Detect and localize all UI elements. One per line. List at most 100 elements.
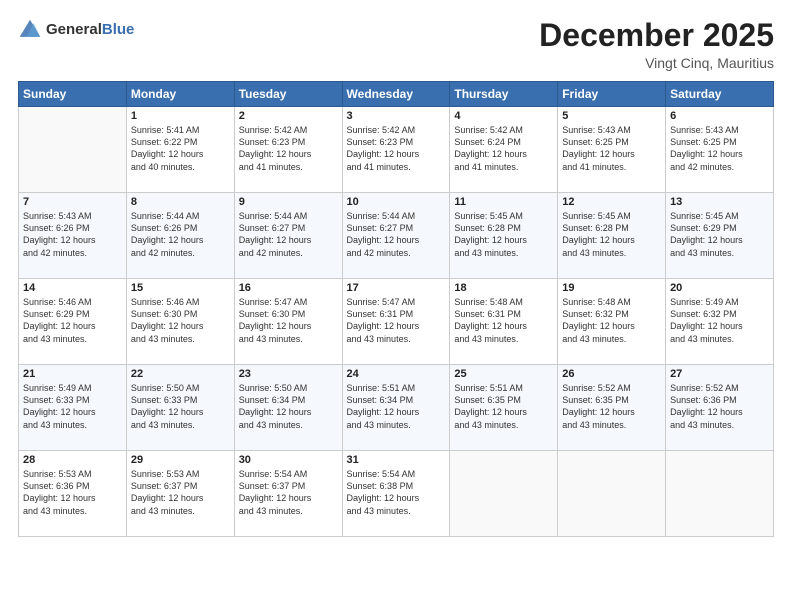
table-cell: 2Sunrise: 5:42 AM Sunset: 6:23 PM Daylig… [234, 107, 342, 193]
day-info: Sunrise: 5:43 AM Sunset: 6:25 PM Dayligh… [562, 124, 661, 173]
day-info: Sunrise: 5:46 AM Sunset: 6:29 PM Dayligh… [23, 296, 122, 345]
day-number: 7 [23, 196, 122, 208]
table-cell: 30Sunrise: 5:54 AM Sunset: 6:37 PM Dayli… [234, 451, 342, 537]
day-number: 3 [347, 110, 446, 122]
week-row-4: 28 Sunrise: 5:53 AM Sunset: 6:36 PM Dayli… [19, 451, 774, 537]
table-cell: 24 Sunrise: 5:51 AM Sunset: 6:34 PM Dayli… [342, 365, 450, 451]
day-info: Sunrise: 5:49 AM Sunset: 6:32 PM Dayligh… [670, 296, 769, 345]
calendar-header-row: Sunday Monday Tuesday Wednesday Thursday… [19, 82, 774, 107]
table-cell: 12 Sunrise: 5:45 AM Sunset: 6:28 PM Dayli… [558, 193, 666, 279]
day-info: Sunrise: 5:52 AM Sunset: 6:36 PM Dayligh… [670, 382, 769, 431]
day-number: 8 [131, 196, 230, 208]
day-number: 10 [347, 196, 446, 208]
page: GeneralBlue December 2025 Vingt Cinq, Ma… [0, 0, 792, 612]
day-info: Sunrise: 5:49 AM Sunset: 6:33 PM Dayligh… [23, 382, 122, 431]
logo-text: GeneralBlue [46, 21, 134, 39]
day-number: 27 [670, 368, 769, 380]
day-info: Sunrise: 5:45 AM Sunset: 6:29 PM Dayligh… [670, 210, 769, 259]
day-info: Sunrise: 5:48 AM Sunset: 6:31 PM Dayligh… [454, 296, 553, 345]
table-cell: 21 Sunrise: 5:49 AM Sunset: 6:33 PM Dayli… [19, 365, 127, 451]
header-wednesday: Wednesday [342, 82, 450, 107]
day-number: 28 [23, 454, 122, 466]
table-cell: 8 Sunrise: 5:44 AM Sunset: 6:26 PM Daylig… [126, 193, 234, 279]
day-number: 25 [454, 368, 553, 380]
day-info: Sunrise: 5:41 AM Sunset: 6:22 PM Dayligh… [131, 124, 230, 173]
header-tuesday: Tuesday [234, 82, 342, 107]
day-info: Sunrise: 5:44 AM Sunset: 6:27 PM Dayligh… [239, 210, 338, 259]
table-cell: 14 Sunrise: 5:46 AM Sunset: 6:29 PM Dayli… [19, 279, 127, 365]
day-info: Sunrise: 5:53 AM Sunset: 6:37 PM Dayligh… [131, 468, 230, 517]
day-number: 9 [239, 196, 338, 208]
day-number: 26 [562, 368, 661, 380]
table-cell [19, 107, 127, 193]
day-info: Sunrise: 5:47 AM Sunset: 6:31 PM Dayligh… [347, 296, 446, 345]
day-info: Sunrise: 5:45 AM Sunset: 6:28 PM Dayligh… [562, 210, 661, 259]
table-cell: 31 Sunrise: 5:54 AM Sunset: 6:38 PM Dayli… [342, 451, 450, 537]
day-number: 29 [131, 454, 230, 466]
table-cell: 13 Sunrise: 5:45 AM Sunset: 6:29 PM Dayli… [666, 193, 774, 279]
week-row-0: 1 Sunrise: 5:41 AM Sunset: 6:22 PM Daylig… [19, 107, 774, 193]
day-info: Sunrise: 5:54 AM Sunset: 6:38 PM Dayligh… [347, 468, 446, 517]
day-info: Sunrise: 5:53 AM Sunset: 6:36 PM Dayligh… [23, 468, 122, 517]
table-cell: 10 Sunrise: 5:44 AM Sunset: 6:27 PM Dayli… [342, 193, 450, 279]
week-row-3: 21 Sunrise: 5:49 AM Sunset: 6:33 PM Dayli… [19, 365, 774, 451]
table-cell: 16Sunrise: 5:47 AM Sunset: 6:30 PM Dayli… [234, 279, 342, 365]
logo-icon [18, 18, 42, 42]
table-cell: 27 Sunrise: 5:52 AM Sunset: 6:36 PM Dayli… [666, 365, 774, 451]
table-cell: 9 Sunrise: 5:44 AM Sunset: 6:27 PM Daylig… [234, 193, 342, 279]
header-friday: Friday [558, 82, 666, 107]
table-cell: 22Sunrise: 5:50 AM Sunset: 6:33 PM Dayli… [126, 365, 234, 451]
header: GeneralBlue December 2025 Vingt Cinq, Ma… [18, 18, 774, 71]
table-cell: 17 Sunrise: 5:47 AM Sunset: 6:31 PM Dayli… [342, 279, 450, 365]
day-info: Sunrise: 5:44 AM Sunset: 6:27 PM Dayligh… [347, 210, 446, 259]
day-number: 2 [239, 110, 338, 122]
day-number: 17 [347, 282, 446, 294]
day-number: 19 [562, 282, 661, 294]
day-number: 23 [239, 368, 338, 380]
day-number: 15 [131, 282, 230, 294]
header-monday: Monday [126, 82, 234, 107]
day-number: 1 [131, 110, 230, 122]
table-cell [450, 451, 558, 537]
table-cell: 1 Sunrise: 5:41 AM Sunset: 6:22 PM Daylig… [126, 107, 234, 193]
day-info: Sunrise: 5:43 AM Sunset: 6:25 PM Dayligh… [670, 124, 769, 173]
table-cell: 4Sunrise: 5:42 AM Sunset: 6:24 PM Daylig… [450, 107, 558, 193]
header-thursday: Thursday [450, 82, 558, 107]
table-cell: 3 Sunrise: 5:42 AM Sunset: 6:23 PM Daylig… [342, 107, 450, 193]
calendar: Sunday Monday Tuesday Wednesday Thursday… [18, 81, 774, 537]
day-info: Sunrise: 5:45 AM Sunset: 6:28 PM Dayligh… [454, 210, 553, 259]
table-cell: 7 Sunrise: 5:43 AM Sunset: 6:26 PM Daylig… [19, 193, 127, 279]
day-info: Sunrise: 5:46 AM Sunset: 6:30 PM Dayligh… [131, 296, 230, 345]
day-number: 13 [670, 196, 769, 208]
title-block: December 2025 Vingt Cinq, Mauritius [539, 18, 774, 71]
day-info: Sunrise: 5:44 AM Sunset: 6:26 PM Dayligh… [131, 210, 230, 259]
week-row-1: 7 Sunrise: 5:43 AM Sunset: 6:26 PM Daylig… [19, 193, 774, 279]
table-cell [666, 451, 774, 537]
day-info: Sunrise: 5:51 AM Sunset: 6:35 PM Dayligh… [454, 382, 553, 431]
day-number: 31 [347, 454, 446, 466]
day-number: 5 [562, 110, 661, 122]
day-number: 24 [347, 368, 446, 380]
day-info: Sunrise: 5:42 AM Sunset: 6:23 PM Dayligh… [347, 124, 446, 173]
day-info: Sunrise: 5:51 AM Sunset: 6:34 PM Dayligh… [347, 382, 446, 431]
day-number: 14 [23, 282, 122, 294]
logo: GeneralBlue [18, 18, 134, 42]
table-cell: 26Sunrise: 5:52 AM Sunset: 6:35 PM Dayli… [558, 365, 666, 451]
day-number: 21 [23, 368, 122, 380]
table-cell: 6Sunrise: 5:43 AM Sunset: 6:25 PM Daylig… [666, 107, 774, 193]
location: Vingt Cinq, Mauritius [539, 55, 774, 71]
table-cell [558, 451, 666, 537]
header-saturday: Saturday [666, 82, 774, 107]
table-cell: 29 Sunrise: 5:53 AM Sunset: 6:37 PM Dayli… [126, 451, 234, 537]
day-info: Sunrise: 5:54 AM Sunset: 6:37 PM Dayligh… [239, 468, 338, 517]
day-info: Sunrise: 5:48 AM Sunset: 6:32 PM Dayligh… [562, 296, 661, 345]
logo-general: General [46, 21, 102, 38]
logo-blue: Blue [102, 21, 135, 38]
day-info: Sunrise: 5:43 AM Sunset: 6:26 PM Dayligh… [23, 210, 122, 259]
table-cell: 11Sunrise: 5:45 AM Sunset: 6:28 PM Dayli… [450, 193, 558, 279]
table-cell: 28 Sunrise: 5:53 AM Sunset: 6:36 PM Dayli… [19, 451, 127, 537]
table-cell: 25 Sunrise: 5:51 AM Sunset: 6:35 PM Dayli… [450, 365, 558, 451]
day-number: 20 [670, 282, 769, 294]
day-info: Sunrise: 5:42 AM Sunset: 6:24 PM Dayligh… [454, 124, 553, 173]
day-number: 12 [562, 196, 661, 208]
